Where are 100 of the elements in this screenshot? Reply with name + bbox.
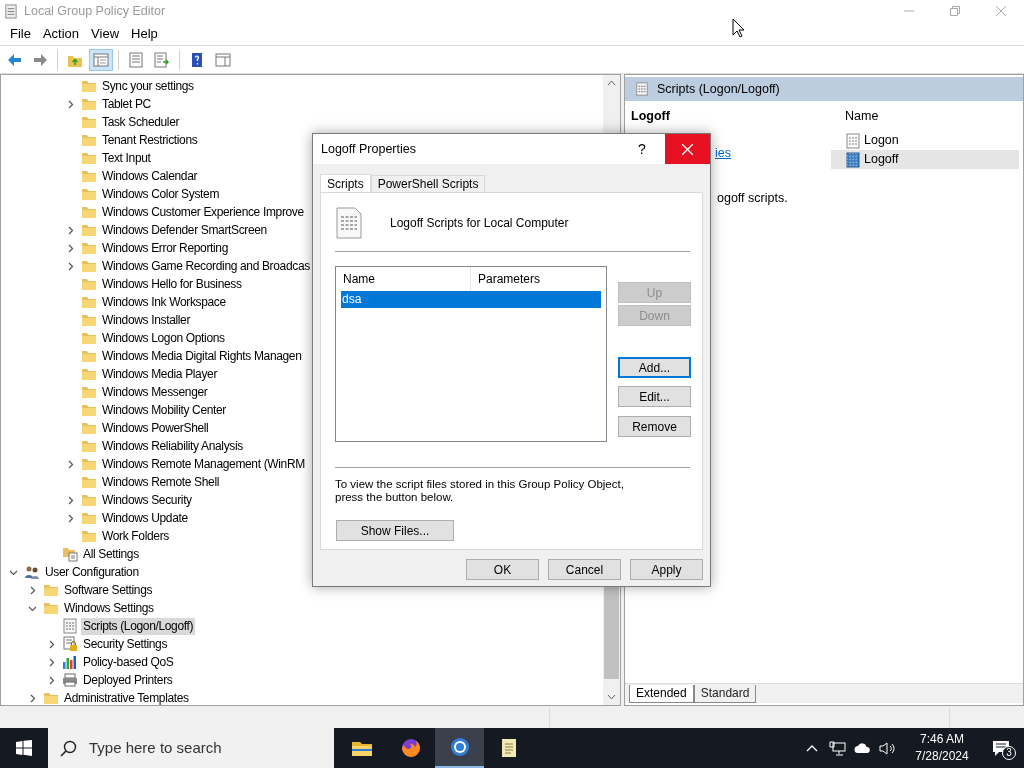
printer-icon bbox=[62, 672, 78, 688]
folder-icon bbox=[81, 366, 97, 382]
tree-item[interactable]: Windows Ink Workspace bbox=[100, 293, 228, 311]
folder-icon bbox=[81, 312, 97, 328]
view-tab[interactable]: Extended bbox=[629, 685, 694, 703]
folder-icon bbox=[43, 582, 59, 598]
tree-item[interactable]: Windows Calendar bbox=[100, 167, 200, 185]
export-list-icon bbox=[154, 51, 170, 68]
close-icon bbox=[996, 6, 1006, 16]
folder-icon bbox=[81, 402, 97, 418]
policy-heading: Logoff bbox=[631, 108, 671, 125]
tree-item[interactable]: Windows Media Player bbox=[100, 365, 220, 383]
folder-icon bbox=[81, 294, 97, 310]
tree-item[interactable]: Windows Customer Experience Improve bbox=[100, 203, 306, 221]
tree-item[interactable]: Software Settings bbox=[62, 581, 155, 599]
menu-item[interactable]: Action bbox=[36, 23, 86, 44]
tree-item[interactable]: Tenant Restrictions bbox=[100, 131, 200, 149]
dialog-button[interactable]: Apply bbox=[630, 559, 703, 580]
clock-time[interactable]: 7:46 AM bbox=[920, 731, 964, 748]
tree-item[interactable]: Tablet PC bbox=[100, 95, 153, 113]
tree-item[interactable]: Windows Update bbox=[100, 509, 190, 527]
forward-arrow-icon bbox=[32, 51, 48, 68]
cloud-icon[interactable] bbox=[854, 742, 871, 754]
folder-icon bbox=[81, 330, 97, 346]
tree-item[interactable]: Windows Mobility Center bbox=[100, 401, 228, 419]
menu-item[interactable]: Help bbox=[125, 23, 164, 44]
script-row[interactable]: dsa bbox=[341, 291, 601, 308]
properties-link[interactable]: ies bbox=[715, 143, 831, 163]
tree-item[interactable]: Windows Error Reporting bbox=[100, 239, 230, 257]
users-icon bbox=[24, 564, 40, 580]
dialog-tab[interactable]: PowerShell Scripts bbox=[370, 175, 486, 192]
side-button[interactable]: Edit... bbox=[618, 386, 691, 407]
network-icon[interactable] bbox=[829, 740, 846, 756]
chevron-up-icon[interactable] bbox=[806, 744, 818, 752]
help-button[interactable]: ? bbox=[619, 138, 665, 160]
tree-item[interactable]: Windows Color System bbox=[100, 185, 222, 203]
tree-item[interactable]: Windows Logon Options bbox=[100, 329, 227, 347]
tree-item[interactable]: Text Input bbox=[100, 149, 153, 167]
side-button[interactable]: Remove bbox=[618, 416, 691, 437]
folder-icon bbox=[81, 438, 97, 454]
folder-icon bbox=[81, 186, 97, 202]
folder-icon bbox=[81, 132, 97, 148]
folder-icon bbox=[43, 600, 59, 616]
folder-icon bbox=[81, 420, 97, 436]
tree-item[interactable]: Windows PowerShell bbox=[100, 419, 211, 437]
search-input[interactable]: Type here to search bbox=[89, 736, 334, 760]
column-header[interactable]: Parameters bbox=[471, 267, 606, 291]
properties-icon bbox=[128, 51, 144, 68]
folder-icon bbox=[81, 456, 97, 472]
show-files-button[interactable]: Show Files... bbox=[336, 520, 454, 541]
tree-item[interactable]: Work Folders bbox=[100, 527, 171, 545]
dialog-title: Logoff Properties bbox=[320, 140, 416, 158]
folder-icon bbox=[81, 222, 97, 238]
folder-icon bbox=[81, 168, 97, 184]
tree-item[interactable]: Windows Game Recording and Broadcas bbox=[100, 257, 312, 275]
tree-item[interactable]: All Settings bbox=[81, 545, 141, 563]
list-item[interactable]: Logoff bbox=[831, 150, 1019, 169]
search-box[interactable]: Type here to search bbox=[48, 728, 334, 768]
folder-icon bbox=[81, 492, 97, 508]
folder-icon bbox=[43, 690, 59, 705]
volume-icon[interactable] bbox=[879, 740, 896, 756]
view-tab[interactable]: Standard bbox=[693, 685, 757, 703]
search-icon bbox=[60, 739, 77, 757]
list-item[interactable]: Logon bbox=[831, 131, 1019, 150]
folder-icon bbox=[81, 240, 97, 256]
tree-item[interactable]: Windows Media Digital Rights Managen bbox=[100, 347, 304, 365]
notification-button[interactable]: 3 bbox=[978, 728, 1024, 768]
tree-item[interactable]: Windows Reliability Analysis bbox=[100, 437, 245, 455]
dialog-button[interactable]: OK bbox=[466, 559, 539, 580]
tree-item[interactable]: Scripts (Logon/Logoff) bbox=[81, 617, 196, 635]
menu-item[interactable]: File bbox=[4, 23, 37, 44]
tree-item[interactable]: Windows Installer bbox=[100, 311, 193, 329]
menu-item[interactable]: View bbox=[85, 23, 126, 44]
dialog-tab[interactable]: Scripts bbox=[320, 174, 371, 193]
tree-item[interactable]: Task Scheduler bbox=[100, 113, 182, 131]
clock-date[interactable]: 7/28/2024 bbox=[915, 748, 969, 765]
details-title: Scripts (Logon/Logoff) bbox=[657, 80, 780, 98]
folder-icon bbox=[81, 258, 97, 274]
tree-item[interactable]: Windows Remote Shell bbox=[100, 473, 222, 491]
folder-icon bbox=[81, 96, 97, 112]
tree-item[interactable]: Windows Remote Management (WinRM bbox=[100, 455, 307, 473]
app-icon bbox=[3, 3, 18, 19]
taskbar-app[interactable] bbox=[435, 728, 484, 768]
dialog-button[interactable]: Cancel bbox=[548, 559, 621, 580]
side-button[interactable]: Add... bbox=[618, 357, 691, 378]
tree-item[interactable]: Windows Messenger bbox=[100, 383, 210, 401]
tree-item[interactable]: Administrative Templates bbox=[62, 689, 191, 705]
tree-item[interactable]: Policy-based QoS bbox=[81, 653, 176, 671]
tree-item[interactable]: Windows Security bbox=[100, 491, 194, 509]
folder-icon bbox=[81, 276, 97, 292]
tree-item[interactable]: Security Settings bbox=[81, 635, 170, 653]
folder-icon bbox=[81, 528, 97, 544]
tree-item[interactable]: Sync your settings bbox=[100, 77, 196, 95]
scripts-icon bbox=[635, 82, 649, 96]
tree-item[interactable]: Windows Defender SmartScreen bbox=[100, 221, 269, 239]
tree-item[interactable]: Windows Settings bbox=[62, 599, 156, 617]
folder-icon bbox=[81, 474, 97, 490]
tree-item[interactable]: Windows Hello for Business bbox=[100, 275, 244, 293]
tree-item[interactable]: Deployed Printers bbox=[81, 671, 175, 689]
tree-item[interactable]: User Configuration bbox=[43, 563, 141, 581]
